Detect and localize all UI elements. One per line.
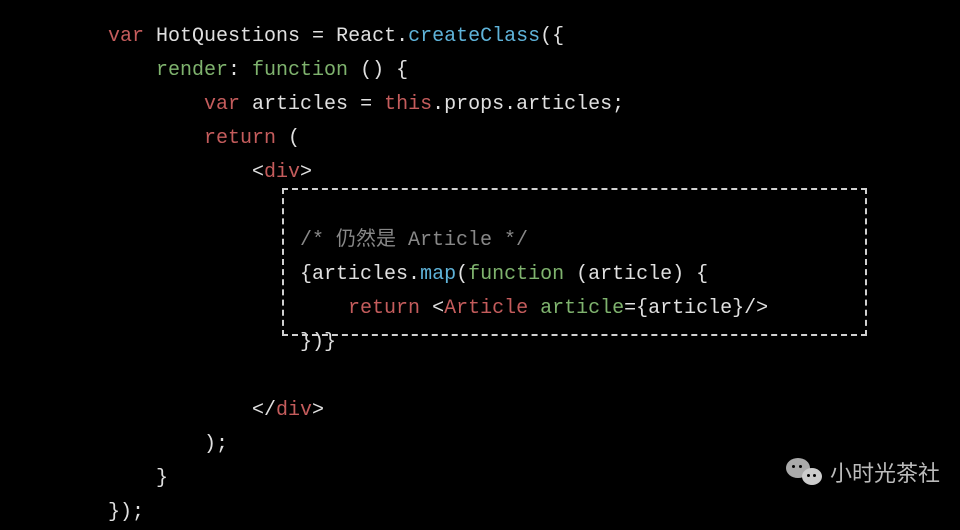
- operator: =: [360, 93, 384, 116]
- tag-div: div: [264, 161, 300, 184]
- keyword-return: return: [204, 127, 276, 150]
- identifier: HotQuestions: [144, 25, 312, 48]
- indent: [108, 229, 300, 252]
- indent: [108, 59, 156, 82]
- indent: <: [108, 161, 264, 184]
- identifier-react: React: [336, 25, 396, 48]
- operator: =: [312, 25, 336, 48]
- colon: :: [228, 59, 252, 82]
- keyword-var: var: [108, 25, 144, 48]
- paren: (: [276, 127, 300, 150]
- indent: }: [108, 467, 168, 490]
- closing: });: [108, 501, 144, 524]
- blank-line: [108, 195, 120, 218]
- angle: >: [312, 399, 324, 422]
- indent: </: [108, 399, 276, 422]
- keyword-this: this: [384, 93, 432, 116]
- angle: >: [300, 161, 312, 184]
- keyword-function: function: [252, 59, 348, 82]
- prop-render: render: [156, 59, 228, 82]
- indent: [108, 127, 204, 150]
- keyword-var: var: [204, 93, 240, 116]
- watermark: 小时光茶社: [786, 455, 940, 492]
- rest: () {: [348, 59, 408, 82]
- indent: [108, 93, 204, 116]
- tag-div-close: div: [276, 399, 312, 422]
- blank-line: [108, 365, 120, 388]
- indent: );: [108, 433, 228, 456]
- wechat-icon: [786, 458, 822, 488]
- rest: .props.articles;: [432, 93, 624, 116]
- identifier: articles: [240, 93, 360, 116]
- dot: .: [396, 25, 408, 48]
- watermark-text: 小时光茶社: [830, 455, 940, 492]
- highlight-box: [282, 188, 867, 336]
- method-createclass: createClass: [408, 25, 540, 48]
- paren: ({: [540, 25, 564, 48]
